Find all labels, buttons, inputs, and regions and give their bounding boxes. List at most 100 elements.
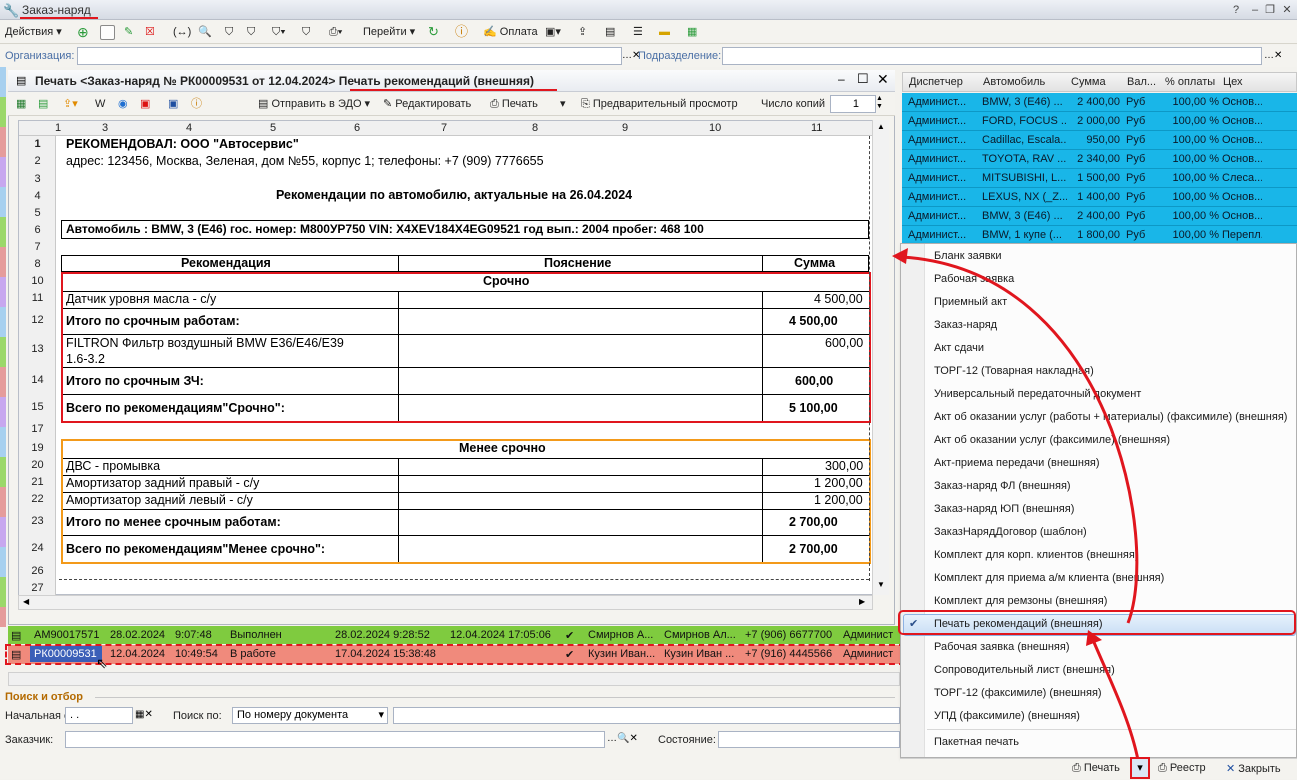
start-label: Начальная с: (5, 710, 73, 722)
actions-menu[interactable]: Действия ▾ (5, 23, 62, 41)
registry-button[interactable]: ⎙ Реестр (1158, 762, 1206, 775)
upload-dropdown-icon[interactable]: ⇪▾ (63, 95, 78, 113)
list-horizontal-scrollbar[interactable] (8, 672, 900, 686)
table-row[interactable]: ▤ АМ90017571 28.02.2024 9:07:48 Выполнен… (8, 626, 902, 644)
copies-input[interactable]: 1 (830, 95, 876, 113)
rec-air-filter-sum: 600,00 (825, 336, 864, 350)
edit-icon[interactable]: ✎ (124, 23, 133, 41)
save-icon[interactable]: ▤ (38, 95, 48, 113)
grid-cell: MITSUBISHI, L... (982, 172, 1067, 184)
search-by-select[interactable]: По номеру документа ▾ (232, 707, 388, 724)
close-button[interactable]: ✕ Закрыть (1226, 762, 1281, 775)
doc-status: В работе (230, 648, 276, 660)
filter-list-icon[interactable]: ⛉ (247, 23, 255, 41)
grid-cell: Руб (1126, 153, 1146, 165)
add-icon[interactable]: ⊕ (77, 23, 89, 41)
restore-icon[interactable]: ❐ (1262, 2, 1278, 18)
refresh-icon[interactable]: ↻ (428, 23, 439, 41)
help-circle-icon[interactable]: ⓘ (191, 95, 202, 113)
close-icon[interactable]: ✕ (877, 71, 889, 88)
col-car[interactable]: Автомобиль (983, 76, 1045, 88)
rec-shock-left-sum: 1 200,00 (814, 493, 863, 507)
row-number: 23 (31, 515, 44, 527)
list-icon[interactable]: ☰ (633, 23, 643, 41)
print-dropdown-icon[interactable]: ▾ (560, 95, 566, 113)
calendar-icon[interactable]: ▦✕ (135, 709, 153, 720)
help-circle-icon[interactable]: ⓘ (455, 23, 468, 41)
start-date-input[interactable]: . . (65, 707, 133, 724)
go-menu[interactable]: Перейти ▾ (363, 23, 415, 41)
send-icon[interactable]: ▣ (168, 95, 178, 113)
maximize-icon[interactable]: ☐ (857, 71, 869, 87)
preview-button[interactable]: ⎘ Предварительный просмотр (581, 95, 738, 113)
grid-cell: Перепл... (1222, 229, 1262, 241)
minimize-icon[interactable]: – (838, 72, 845, 86)
pdf-icon[interactable]: ▣ (140, 95, 150, 113)
grid-row[interactable]: Админист... BMW, 3 (E46) ... 2 400,00 Руб 10… (902, 207, 1297, 226)
grid-row[interactable]: Админист... FORD, FOCUS ... 2 000,00 Руб 100… (902, 112, 1297, 131)
grid-cell: 100,00 % (1172, 153, 1219, 165)
minimize-icon[interactable]: – (1247, 2, 1263, 18)
close-icon[interactable]: ✕ (1279, 2, 1295, 18)
sheet-horizontal-scrollbar[interactable]: ◀ ▶ (18, 595, 873, 610)
grid-icon[interactable]: ▦ (687, 23, 697, 41)
rec-oil-sensor-sum: 4 500,00 (814, 292, 863, 306)
registry-label: Реестр (1169, 762, 1206, 774)
code-icon[interactable]: (↔) (173, 23, 191, 41)
doc-customer: Смирнов А... (588, 629, 654, 641)
mouse-cursor-icon: ⇖ (96, 655, 108, 671)
payment-label: Оплата (499, 26, 538, 38)
col-currency[interactable]: Вал... (1127, 76, 1156, 88)
folder-icon[interactable]: ▬ (659, 23, 670, 41)
col-shop[interactable]: Цех (1223, 76, 1243, 88)
col-dispatcher[interactable]: Диспетчер (909, 76, 963, 88)
delete-icon[interactable]: ☒ (145, 23, 155, 41)
find-icon[interactable]: 🔍 (198, 23, 212, 41)
divider (762, 458, 763, 562)
customer-input[interactable] (65, 731, 605, 748)
grid-row[interactable]: Админист... TOYOTA, RAV ... 2 340,00 Руб 100… (902, 150, 1297, 169)
org-input[interactable] (77, 47, 622, 65)
browser-icon[interactable]: ◉ (118, 95, 128, 113)
document-dropdown-icon[interactable]: ▣▾ (545, 23, 561, 41)
word-icon[interactable]: W (95, 95, 105, 113)
print-dropdown-icon[interactable]: ⎙▾ (329, 23, 342, 41)
send-edo-button[interactable]: ▤ Отправить в ЭДО ▾ (258, 95, 370, 113)
copy-icon[interactable] (100, 23, 115, 41)
grid-cell: Основ... (1222, 153, 1262, 165)
table-row-selected[interactable]: ▤ РК00009531 12.04.2024 10:49:54 В работ… (5, 644, 905, 671)
customer-select-icon[interactable]: …🔍✕ (607, 733, 638, 744)
edit-label: Редактировать (395, 98, 472, 110)
page-break-line (869, 136, 870, 581)
dept-input[interactable] (722, 47, 1262, 65)
filter-clear-icon[interactable]: ⛉ (302, 23, 310, 41)
col-sum[interactable]: Сумма (1071, 76, 1106, 88)
print-bottom-button[interactable]: ⎙ Печать (1072, 762, 1120, 775)
help-icon[interactable]: ? (1228, 2, 1244, 18)
col-paid[interactable]: % оплаты (1165, 76, 1215, 88)
print-button[interactable]: ⎙ Печать (490, 95, 538, 113)
less-grand-total-label: Всего по рекомендациям"Менее срочно": (66, 542, 326, 556)
dept-select-icon[interactable]: …✕ (1264, 50, 1282, 61)
print-dropdown-button[interactable]: ▾ (1130, 757, 1150, 779)
excel-icon[interactable]: ▦ (16, 95, 26, 113)
tree-icon[interactable]: ▤ (605, 23, 615, 41)
grid-row[interactable]: Админист... MITSUBISHI, L... 1 500,00 Руб 10… (902, 169, 1297, 188)
filter-dropdown-icon[interactable]: ⛉▾ (272, 23, 286, 41)
copies-spinner-icon[interactable]: ▲ ▼ (876, 95, 883, 111)
payment-button[interactable]: ✍ Оплата (483, 23, 538, 41)
filter-icon[interactable]: ⛉ (225, 23, 233, 41)
bottom-bar: ⎙ Печать ▾ ⎙ Реестр ✕ Закрыть (900, 757, 1297, 779)
divider (63, 308, 869, 309)
divider (762, 291, 763, 421)
grid-cell: 2 400,00 (1077, 210, 1120, 222)
doc-phone: +7 (906) 6677700 (745, 629, 833, 641)
col-amount: Сумма (794, 256, 836, 270)
grid-row[interactable]: Админист... BMW, 3 (E46) ... 2 400,00 Руб 10… (902, 93, 1297, 112)
state-input[interactable] (718, 731, 900, 748)
search-input[interactable] (393, 707, 900, 724)
edit-button[interactable]: ✎ Редактировать (383, 95, 471, 113)
grid-row[interactable]: Админист... LEXUS, NX (_Z... 1 400,00 Руб 10… (902, 188, 1297, 207)
grid-row[interactable]: Админист... Cadillac, Escala... 950,00 Руб 1… (902, 131, 1297, 150)
export-icon[interactable]: ⇪ (578, 23, 587, 41)
